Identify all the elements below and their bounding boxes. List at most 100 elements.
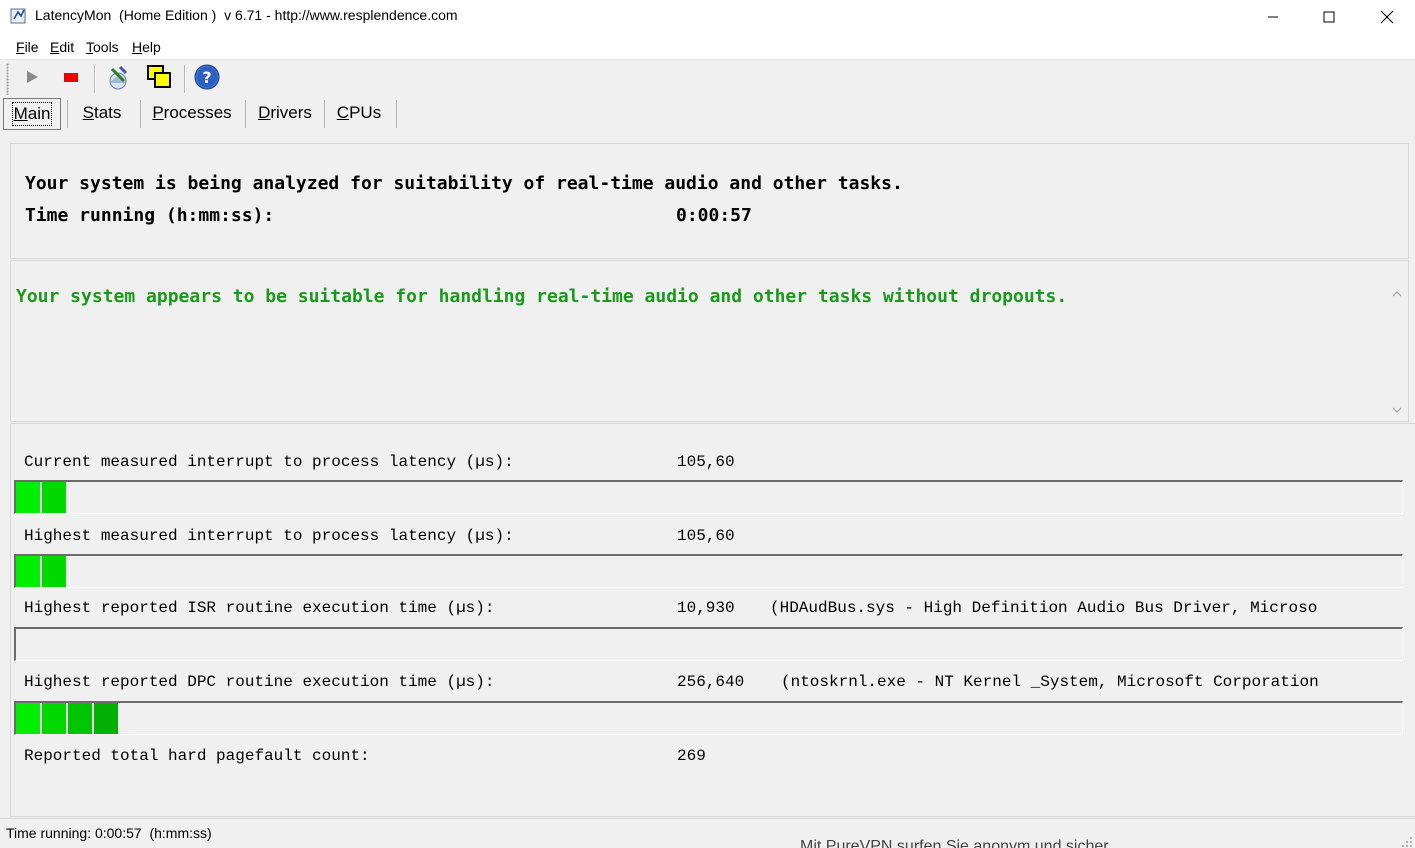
tab-separator (396, 100, 397, 128)
dpc-time-bar (14, 701, 1403, 735)
window-title: LatencyMon (Home Edition ) v 6.71 - http… (35, 7, 458, 23)
tab-main-rest: ain (27, 104, 51, 123)
scroll-up-icon[interactable] (1391, 289, 1403, 299)
play-icon (24, 69, 40, 90)
bar-segment (42, 703, 66, 734)
metric-value-current-latency: 105,60 (677, 453, 735, 471)
metric-value-dpc-time: 256,640 (677, 673, 745, 691)
menu-tools-label: ools (93, 39, 119, 55)
tab-stats-label: Stats (83, 103, 122, 123)
metric-label-isr-time: Highest reported ISR routine execution t… (24, 599, 495, 617)
tab-cpus-label: CPUs (337, 103, 381, 123)
menu-edit-label: dit (59, 39, 75, 55)
tab-cpus[interactable]: CPUs (330, 98, 388, 128)
verdict-scrollbar[interactable] (1388, 281, 1406, 419)
verdict-panel: Your system appears to be suitable for h… (10, 260, 1409, 422)
toolbar-grip[interactable] (6, 63, 9, 95)
tab-bar: Main Stats Processes Drivers CPUs (0, 98, 1415, 130)
tab-main-mnemonic: M (13, 104, 28, 123)
analyze-button[interactable] (104, 65, 132, 93)
menu-help-label: elp (142, 39, 161, 55)
tab-processes-label: Processes (152, 103, 231, 123)
tab-separator (324, 100, 325, 128)
status-bar: Time running: 0:00:57 (h:mm:ss) (0, 818, 1415, 848)
tab-stats-rest: tats (93, 103, 122, 122)
bar-segment (94, 703, 118, 734)
tab-drivers-rest: rivers (270, 103, 312, 122)
tab-cpus-rest: PUs (349, 103, 382, 122)
tab-drivers-mnemonic: D (258, 103, 271, 122)
toolbar-separator-2 (184, 65, 186, 93)
bar-segment (42, 482, 66, 513)
maximize-button[interactable] (1300, 0, 1358, 34)
current-latency-bar-fill (16, 482, 68, 513)
bar-segment (42, 556, 66, 587)
menu-file[interactable]: File (16, 39, 39, 55)
metric-value-isr-time: 10,930 (677, 599, 735, 617)
tab-drivers[interactable]: Drivers (250, 98, 320, 128)
metric-label-dpc-time: Highest reported DPC routine execution t… (24, 673, 495, 691)
resize-grip-icon[interactable] (1401, 835, 1413, 847)
menu-file-mnemonic: F (16, 39, 25, 55)
status-bar-text: Time running: 0:00:57 (h:mm:ss) (6, 825, 212, 841)
help-icon: ? (193, 63, 221, 96)
tab-processes[interactable]: Processes (146, 98, 238, 128)
tab-separator (245, 100, 246, 128)
toolbar-separator (94, 65, 96, 93)
metric-label-current-latency: Current measured interrupt to process la… (24, 453, 514, 471)
menu-tools[interactable]: Tools (86, 39, 119, 55)
menu-edit[interactable]: Edit (50, 39, 74, 55)
metric-value-pagefault-count: 269 (677, 747, 706, 765)
bar-segment (68, 703, 92, 734)
analyze-icon (104, 63, 132, 96)
help-button[interactable]: ? (193, 63, 221, 96)
menu-bar: File Edit Tools Help (0, 34, 1415, 60)
tab-main[interactable]: Main (3, 98, 61, 130)
tab-stats[interactable]: Stats (72, 98, 132, 128)
dpc-time-bar-fill (16, 703, 120, 734)
close-icon (1380, 10, 1394, 24)
background-window-text: Mit PureVPN surfen Sie anonym und sicher (800, 838, 1109, 848)
analysis-status-panel: Your system is being analyzed for suitab… (10, 143, 1409, 259)
minimize-icon (1267, 11, 1279, 23)
minimize-button[interactable] (1244, 0, 1302, 34)
metric-detail-dpc-driver: (ntoskrnl.exe - NT Kernel _System, Micro… (781, 673, 1319, 691)
tab-drivers-label: Drivers (258, 103, 312, 123)
latencymon-window: LatencyMon (Home Edition ) v 6.71 - http… (0, 0, 1415, 848)
tab-cpus-mnemonic: C (336, 103, 350, 122)
menu-tools-mnemonic: T (86, 39, 93, 55)
analysis-status-text: Your system is being analyzed for suitab… (25, 173, 903, 194)
menu-help[interactable]: Help (132, 39, 161, 55)
metric-detail-isr-driver: (HDAudBus.sys - High Definition Audio Bu… (770, 599, 1318, 617)
scroll-down-icon[interactable] (1391, 405, 1403, 415)
highest-latency-bar-fill (16, 556, 68, 587)
svg-text:?: ? (202, 68, 211, 87)
tab-main-label: Main (11, 102, 53, 126)
current-latency-bar (14, 480, 1403, 514)
title-bar: LatencyMon (Home Edition ) v 6.71 - http… (0, 0, 1415, 34)
maximize-icon (1323, 11, 1335, 23)
bar-segment (16, 556, 40, 587)
time-running-label: Time running (h:mm:ss): (25, 205, 275, 226)
tab-processes-mnemonic: P (152, 103, 164, 122)
menu-file-label: ile (24, 39, 39, 55)
toolbar: ? (0, 60, 1415, 98)
tab-processes-rest: rocesses (163, 103, 232, 122)
stop-icon (63, 69, 79, 90)
start-button[interactable] (18, 65, 46, 93)
metric-label-pagefault-count: Reported total hard pagefault count: (24, 747, 370, 765)
time-running-value: 0:00:57 (676, 205, 752, 226)
metric-value-highest-latency: 105,60 (677, 527, 735, 545)
windows-button[interactable] (145, 64, 173, 93)
metric-label-highest-latency: Highest measured interrupt to process la… (24, 527, 514, 545)
close-button[interactable] (1358, 0, 1415, 34)
stop-button[interactable] (57, 65, 85, 93)
menu-edit-mnemonic: E (50, 39, 60, 55)
bar-segment (16, 703, 40, 734)
tab-stats-mnemonic: S (82, 103, 94, 122)
tab-separator (140, 100, 141, 128)
latencymon-app-icon (10, 7, 28, 25)
highest-latency-bar (14, 554, 1403, 588)
isr-time-bar (14, 627, 1403, 661)
verdict-text: Your system appears to be suitable for h… (16, 286, 1068, 307)
